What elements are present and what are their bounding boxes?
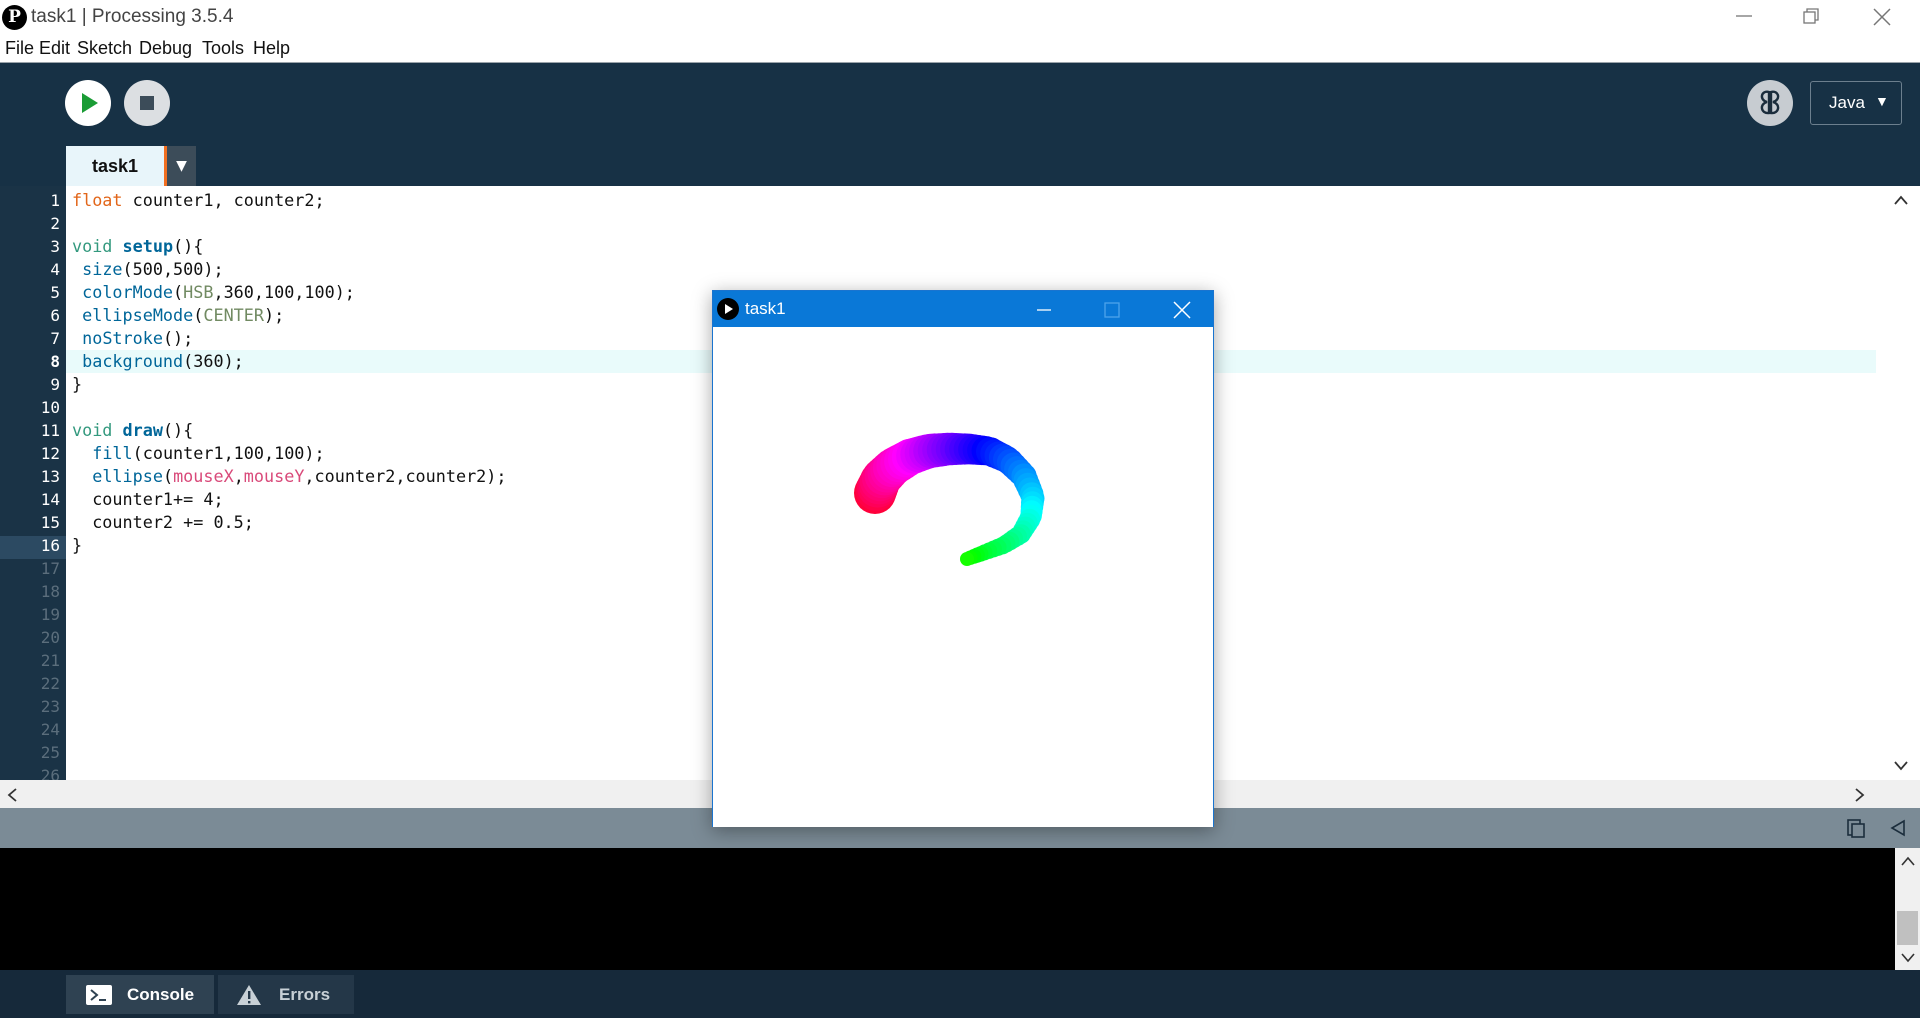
console-output[interactable] — [0, 848, 1895, 970]
debugger-button[interactable] — [1747, 80, 1793, 126]
copy-icon[interactable] — [1845, 817, 1867, 839]
mode-label: Java — [1829, 93, 1865, 112]
console-scrollbar[interactable] — [1895, 848, 1920, 970]
code-line-5: colorMode(HSB,360,100,100); — [82, 282, 355, 302]
chevron-right-icon[interactable] — [1854, 787, 1866, 803]
code-line-13: ellipse(mouseX,mouseY,counter2,counter2)… — [92, 466, 507, 486]
tab-task1[interactable]: task1 — [66, 146, 164, 186]
line-number: 26 — [40, 766, 60, 780]
keyword-float: float — [72, 190, 123, 210]
restore-button[interactable] — [1777, 0, 1847, 36]
sketch-title-bar: task1 — [713, 291, 1213, 327]
line-number: 12 — [40, 444, 60, 463]
chevron-down-icon[interactable] — [1893, 760, 1909, 772]
line-number: 7 — [50, 329, 60, 348]
close-icon[interactable] — [1171, 299, 1193, 321]
line-number: 14 — [40, 490, 60, 509]
mode-selector[interactable]: Java ▼ — [1810, 81, 1902, 125]
tab-console-label: Console — [127, 985, 195, 1004]
code-line-15: counter2 += 0.5; — [72, 512, 254, 532]
code-line-7: noStroke(); — [82, 328, 194, 348]
line-number: 23 — [40, 697, 60, 716]
line-number: 22 — [40, 674, 60, 693]
collapse-console-icon[interactable] — [1887, 817, 1909, 839]
code-line-3: void setup(){ — [72, 236, 204, 256]
line-number: 20 — [40, 628, 60, 647]
tab-menu-button[interactable]: ▼ — [167, 146, 196, 186]
menu-tools[interactable]: Tools — [202, 38, 244, 59]
menu-file[interactable]: File — [5, 38, 34, 59]
sketch-window[interactable]: task1 — [712, 290, 1214, 827]
line-number: 2 — [50, 214, 60, 233]
sketch-app-icon — [717, 298, 739, 320]
line-number: 3 — [50, 237, 60, 256]
window-title: task1 | Processing 3.5.4 — [31, 6, 234, 27]
line-number: 25 — [40, 743, 60, 762]
butterfly-icon — [1760, 90, 1780, 115]
chevron-down-icon[interactable] — [1900, 952, 1916, 964]
editor-vertical-scrollbar[interactable] — [1881, 186, 1920, 780]
line-number: 19 — [40, 605, 60, 624]
tab-errors[interactable]: Errors — [218, 975, 354, 1014]
chevron-up-icon[interactable] — [1900, 855, 1916, 867]
code-line-11: void draw(){ — [72, 420, 194, 440]
maximize-icon[interactable] — [1101, 299, 1123, 321]
minimize-icon[interactable] — [1033, 299, 1055, 321]
chevron-left-icon[interactable] — [6, 787, 18, 803]
sketch-window-title: task1 — [745, 299, 786, 318]
code-line-8: background(360); — [82, 351, 244, 371]
menu-sketch[interactable]: Sketch — [77, 38, 132, 59]
function-setup: setup — [122, 236, 174, 256]
stop-icon — [140, 96, 154, 110]
hue-stroke-drawing — [854, 432, 1045, 566]
code-line-6: ellipseMode(CENTER); — [82, 305, 285, 325]
line-number: 16 — [40, 536, 60, 555]
warning-icon — [237, 985, 261, 1005]
code-line-16: } — [72, 535, 83, 555]
line-number: 18 — [40, 582, 60, 601]
minimize-button[interactable] — [1710, 0, 1780, 36]
menu-bar: File Edit Sketch Debug Tools Help — [0, 36, 1920, 63]
play-icon — [82, 93, 98, 113]
menu-debug[interactable]: Debug — [139, 38, 192, 59]
title-bar: P task1 | Processing 3.5.4 — [0, 0, 1920, 36]
processing-logo-icon: P — [2, 5, 27, 30]
line-number: 11 — [40, 421, 60, 440]
line-number: 8 — [50, 352, 60, 371]
line-number: 1 — [50, 191, 60, 210]
line-number: 10 — [40, 398, 60, 417]
toolbar — [0, 63, 1920, 186]
line-number: 4 — [50, 260, 60, 279]
tab-console[interactable]: Console — [66, 975, 214, 1014]
line-number: 9 — [50, 375, 60, 394]
chevron-down-icon: ▼ — [1875, 93, 1889, 109]
line-number: 6 — [50, 306, 60, 325]
brush-dot — [960, 552, 974, 566]
code-line-4: size(500,500); — [82, 259, 224, 279]
keyword-void: void — [72, 236, 113, 256]
line-number: 5 — [50, 283, 60, 302]
tab-errors-label: Errors — [279, 985, 331, 1004]
sketch-canvas[interactable] — [713, 327, 1213, 827]
stop-button[interactable] — [124, 80, 170, 126]
code-line-14: counter1+= 4; — [72, 489, 224, 509]
code-line-12: fill(counter1,100,100); — [92, 443, 325, 463]
code-line-1: float counter1, counter2; — [72, 190, 325, 210]
line-number: 21 — [40, 651, 60, 670]
line-number: 17 — [40, 559, 60, 578]
close-window-button[interactable] — [1848, 0, 1918, 36]
line-number: 15 — [40, 513, 60, 532]
console-scroll-thumb[interactable] — [1897, 911, 1918, 945]
line-number-gutter: 1 2 3 4 5 6 7 8 9 10 11 12 13 14 15 16 17 18 19 20 21 22 23 24 2… — [0, 186, 66, 780]
line-number: 24 — [40, 720, 60, 739]
chevron-up-icon[interactable] — [1893, 194, 1909, 206]
menu-help[interactable]: Help — [253, 38, 290, 59]
line-number: 13 — [40, 467, 60, 486]
menu-edit[interactable]: Edit — [39, 38, 70, 59]
run-button[interactable] — [65, 80, 111, 126]
terminal-icon — [86, 985, 112, 1005]
code-line-9: } — [72, 374, 83, 394]
